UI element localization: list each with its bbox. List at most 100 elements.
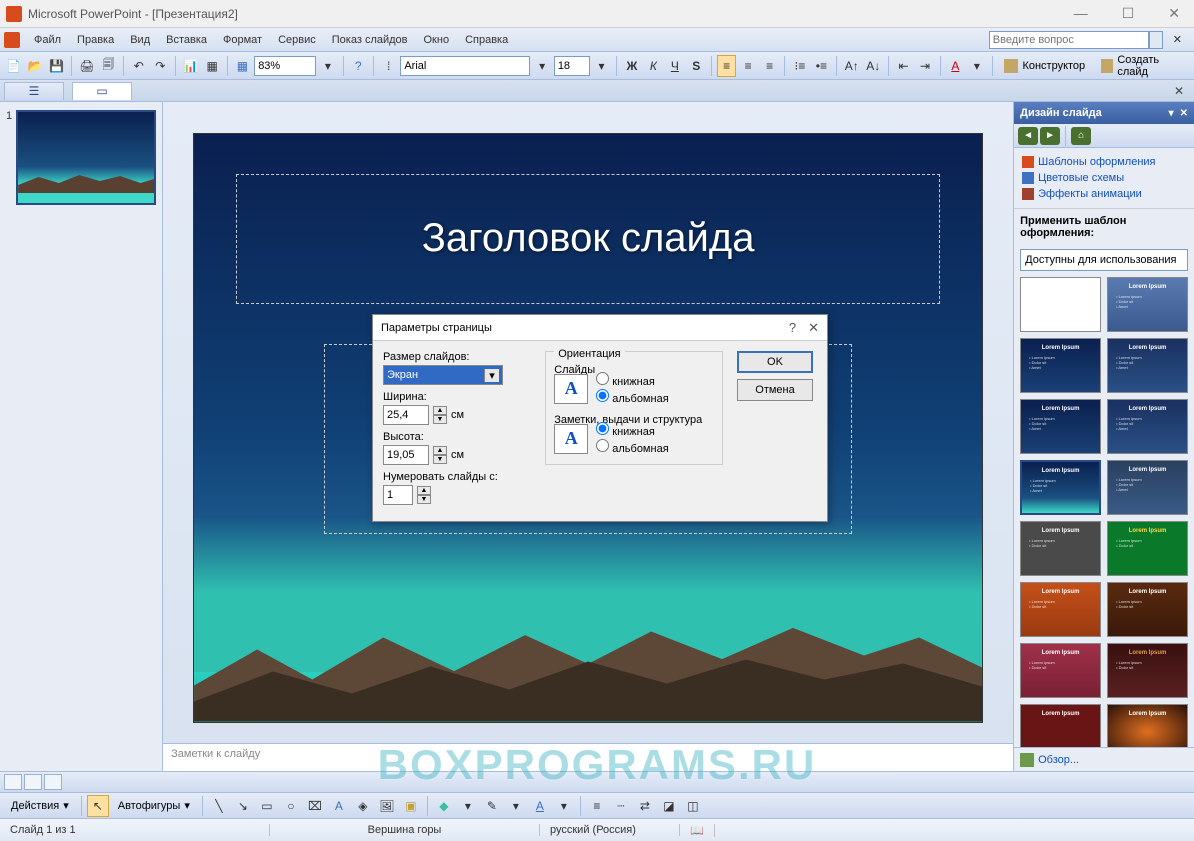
template-item[interactable] [1020, 277, 1101, 332]
decrease-indent-button[interactable]: ⇤ [894, 55, 913, 77]
undo-button[interactable]: ↶ [129, 55, 148, 77]
template-item[interactable]: Lorem Ipsum [1107, 704, 1188, 747]
template-item[interactable]: Lorem Ipsum• Lorem ipsum• Dolor sit [1107, 643, 1188, 698]
text-color-dropdown[interactable]: ▾ [553, 795, 575, 817]
slide-size-select[interactable]: Экран ▾ [383, 365, 503, 385]
copy-button[interactable]: 🗐 [99, 55, 118, 77]
height-up-button[interactable]: ▲ [433, 446, 447, 455]
3d-style-button[interactable]: ◫ [682, 795, 704, 817]
template-item[interactable]: Lorem Ipsum• Lorem ipsum• Dolor sit [1107, 521, 1188, 576]
shadow-button[interactable]: S [687, 55, 706, 77]
increase-font-button[interactable]: A↑ [842, 55, 861, 77]
width-down-button[interactable]: ▼ [433, 415, 447, 424]
template-item[interactable]: Lorem Ipsum• Lorem ipsum• Dolor sit• Ame… [1107, 338, 1188, 393]
taskpane-close[interactable]: ✕ [1180, 108, 1188, 119]
menu-slideshow[interactable]: Показ слайдов [324, 32, 416, 48]
shadow-style-button[interactable]: ◪ [658, 795, 680, 817]
menu-edit[interactable]: Правка [69, 32, 122, 48]
line-style-button[interactable]: ≡ [586, 795, 608, 817]
select-tool[interactable]: ↖ [87, 795, 109, 817]
doc-close-button[interactable]: ✕ [1165, 31, 1190, 48]
nav-back-button[interactable]: ◄ [1018, 127, 1038, 145]
ok-button[interactable]: OK [737, 351, 813, 373]
normal-view-button[interactable] [4, 774, 22, 790]
help-search-input[interactable] [989, 31, 1149, 49]
font-color-button[interactable]: A [946, 55, 965, 77]
notes-pane[interactable]: Заметки к слайду [163, 743, 1013, 771]
fill-color-dropdown[interactable]: ▾ [457, 795, 479, 817]
dialog-help-button[interactable]: ? [789, 320, 796, 336]
template-item[interactable]: Lorem Ipsum• Lorem ipsum• Dolor sit [1020, 582, 1101, 637]
font-dropdown[interactable]: ▾ [532, 55, 551, 77]
help-button[interactable]: ? [349, 55, 368, 77]
tabs-close-button[interactable]: ✕ [1174, 84, 1184, 98]
number-up-button[interactable]: ▲ [417, 486, 431, 495]
taskpane-dropdown[interactable]: ▾ [1169, 108, 1174, 119]
template-item[interactable]: Lorem Ipsum• Lorem ipsum• Dolor sit [1107, 582, 1188, 637]
status-spell-icon[interactable]: 📖 [680, 824, 715, 837]
menu-window[interactable]: Окно [416, 32, 458, 48]
template-item[interactable]: Lorem Ipsum• Lorem ipsum• Dolor sit [1020, 521, 1101, 576]
save-button[interactable]: 💾 [47, 55, 66, 77]
width-input[interactable] [383, 405, 429, 425]
line-color-dropdown[interactable]: ▾ [505, 795, 527, 817]
number-down-button[interactable]: ▼ [417, 495, 431, 504]
close-button[interactable]: ✕ [1160, 3, 1188, 24]
template-item[interactable]: Lorem Ipsum• Lorem ipsum• Dolor sit• Ame… [1020, 399, 1101, 454]
zoom-combo[interactable] [254, 56, 316, 76]
template-item-selected[interactable]: Lorem Ipsum• Lorem ipsum• Dolor sit• Ame… [1020, 460, 1101, 515]
numbered-list-button[interactable]: ⁝≡ [790, 55, 809, 77]
open-button[interactable]: 📂 [25, 55, 44, 77]
notes-portrait-radio[interactable]: книжная [596, 422, 668, 438]
slide-thumbnail-1[interactable] [16, 110, 156, 205]
line-tool[interactable]: ╲ [208, 795, 230, 817]
tab-outline[interactable]: ☰ [4, 82, 64, 100]
fill-color-button[interactable]: ◆ [433, 795, 455, 817]
arrow-style-button[interactable]: ⇄ [634, 795, 656, 817]
align-right-button[interactable]: ≡ [760, 55, 779, 77]
link-animation-effects[interactable]: Эффекты анимации [1022, 186, 1186, 202]
underline-button[interactable]: Ч [665, 55, 684, 77]
slideshow-view-button[interactable] [44, 774, 62, 790]
table-button[interactable]: ▦ [202, 55, 221, 77]
bulleted-list-button[interactable]: •≡ [812, 55, 831, 77]
increase-indent-button[interactable]: ⇥ [915, 55, 934, 77]
slides-portrait-radio[interactable]: книжная [596, 372, 668, 388]
width-up-button[interactable]: ▲ [433, 406, 447, 415]
height-down-button[interactable]: ▼ [433, 455, 447, 464]
template-item[interactable]: Lorem Ipsum• Lorem ipsum• Dolor sit• Ame… [1107, 399, 1188, 454]
menu-file[interactable]: Файл [26, 32, 69, 48]
oval-tool[interactable]: ○ [280, 795, 302, 817]
align-left-button[interactable]: ≡ [717, 55, 736, 77]
arrow-tool[interactable]: ↘ [232, 795, 254, 817]
align-center-button[interactable]: ≡ [738, 55, 757, 77]
title-placeholder[interactable]: Заголовок слайда [236, 174, 940, 304]
decrease-font-button[interactable]: A↓ [863, 55, 882, 77]
rectangle-tool[interactable]: ▭ [256, 795, 278, 817]
clipart-tool[interactable]: 🖼 [376, 795, 398, 817]
fontsize-combo[interactable] [554, 56, 590, 76]
dash-style-button[interactable]: ┈ [610, 795, 632, 817]
wordart-tool[interactable]: A [328, 795, 350, 817]
actions-menu[interactable]: Действия ▾ [4, 795, 76, 817]
menu-view[interactable]: Вид [122, 32, 158, 48]
template-item[interactable]: Lorem Ipsum• Lorem ipsum• Dolor sit• Ame… [1107, 460, 1188, 515]
toolbar-overflow[interactable]: ⁞ [379, 55, 398, 77]
menu-insert[interactable]: Вставка [158, 32, 215, 48]
slides-landscape-radio[interactable]: альбомная [596, 389, 668, 405]
height-input[interactable] [383, 445, 429, 465]
browse-link[interactable]: Обзор... [1014, 747, 1194, 771]
menu-tools[interactable]: Сервис [270, 32, 324, 48]
nav-home-button[interactable]: ⌂ [1071, 127, 1091, 145]
nav-forward-button[interactable]: ► [1040, 127, 1060, 145]
new-slide-button[interactable]: Создать слайд [1094, 55, 1190, 77]
font-combo[interactable] [400, 56, 530, 76]
template-item[interactable]: Lorem Ipsum [1020, 704, 1101, 747]
dialog-close-button[interactable]: ✕ [808, 320, 819, 336]
help-search-dropdown[interactable] [1149, 31, 1163, 49]
text-color-button[interactable]: A [529, 795, 551, 817]
grid-button[interactable]: ▦ [233, 55, 252, 77]
templates-list[interactable]: Доступны для использования Lorem Ipsum• … [1014, 245, 1194, 747]
zoom-dropdown[interactable]: ▾ [318, 55, 337, 77]
fontsize-dropdown[interactable]: ▾ [592, 55, 611, 77]
